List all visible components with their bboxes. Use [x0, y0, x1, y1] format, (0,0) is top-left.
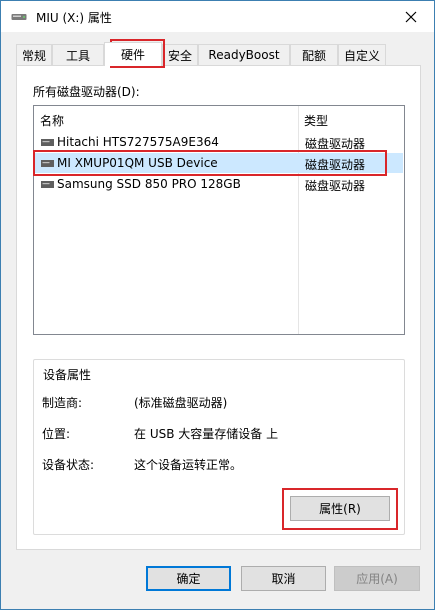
apply-button[interactable]: 应用(A) [334, 566, 420, 591]
disk-list[interactable]: 名称 类型 Hitachi HTS727575A9E364 磁盘驱动器 MI X… [33, 105, 405, 335]
tab-tools[interactable]: 工具 [52, 44, 104, 65]
disk-list-label: 所有磁盘驱动器(D): [33, 85, 140, 99]
properties-dialog: MIU (X:) 属性 常规 工具 硬件 安全 ReadyBoost 配额 自定… [0, 0, 435, 610]
tab-strip: 常规 工具 硬件 安全 ReadyBoost 配额 自定义 [16, 42, 421, 66]
drive-icon [11, 14, 27, 20]
tab-label: ReadyBoost [208, 48, 280, 62]
button-label: 取消 [271, 572, 296, 586]
device-name: Samsung SSD 850 PRO 128GB [57, 177, 241, 191]
hard-drive-icon [41, 181, 54, 188]
close-icon [405, 11, 417, 22]
location-value: 在 USB 大容量存储设备 上 [134, 427, 279, 441]
hard-drive-icon [41, 139, 54, 146]
button-label: 属性(R) [319, 502, 361, 516]
tab-readyboost[interactable]: ReadyBoost [198, 44, 290, 65]
button-label: 应用(A) [356, 572, 398, 586]
device-type: 磁盘驱动器 [305, 179, 366, 193]
status-value: 这个设备运转正常。 [134, 458, 243, 472]
close-button[interactable] [388, 1, 434, 32]
manufacturer-label: 制造商: [42, 396, 83, 410]
list-item[interactable]: Samsung SSD 850 PRO 128GB 磁盘驱动器 [35, 174, 403, 194]
properties-button[interactable]: 属性(R) [290, 496, 390, 521]
device-name: Hitachi HTS727575A9E364 [57, 135, 219, 149]
tab-hardware[interactable]: 硬件 [104, 42, 162, 66]
button-label: 确定 [176, 572, 201, 586]
device-type: 磁盘驱动器 [305, 158, 366, 172]
column-header-name[interactable]: 名称 [40, 112, 64, 129]
tab-customize[interactable]: 自定义 [338, 44, 386, 65]
list-item[interactable]: Hitachi HTS727575A9E364 磁盘驱动器 [35, 132, 403, 152]
cancel-button[interactable]: 取消 [241, 566, 326, 591]
manufacturer-value: (标准磁盘驱动器) [134, 396, 228, 410]
tab-label: 工具 [65, 48, 90, 63]
hardware-panel: 所有磁盘驱动器(D): 名称 类型 Hitachi HTS727575A9E36… [16, 65, 421, 550]
list-item-selected[interactable]: MI XMUP01QM USB Device 磁盘驱动器 [35, 153, 403, 173]
device-name: MI XMUP01QM USB Device [57, 156, 218, 170]
device-properties-group: 设备属性 制造商: (标准磁盘驱动器) 位置: 在 USB 大容量存储设备 上 … [33, 359, 405, 535]
tab-label: 配额 [301, 48, 326, 63]
device-type: 磁盘驱动器 [305, 137, 366, 151]
location-label: 位置: [42, 427, 71, 441]
ok-button[interactable]: 确定 [146, 566, 231, 591]
tab-label: 硬件 [120, 48, 145, 62]
hard-drive-icon [41, 160, 54, 167]
tab-label: 安全 [167, 48, 192, 63]
tab-label: 自定义 [343, 48, 380, 63]
column-header-type[interactable]: 类型 [304, 112, 328, 129]
status-label: 设备状态: [42, 458, 95, 472]
tab-security[interactable]: 安全 [162, 44, 198, 65]
tab-quota[interactable]: 配额 [290, 44, 338, 65]
tab-label: 常规 [21, 48, 46, 63]
tab-general[interactable]: 常规 [16, 44, 52, 65]
title-bar: MIU (X:) 属性 [1, 1, 434, 32]
group-label: 设备属性 [41, 366, 94, 383]
window-title: MIU (X:) 属性 [36, 11, 112, 25]
